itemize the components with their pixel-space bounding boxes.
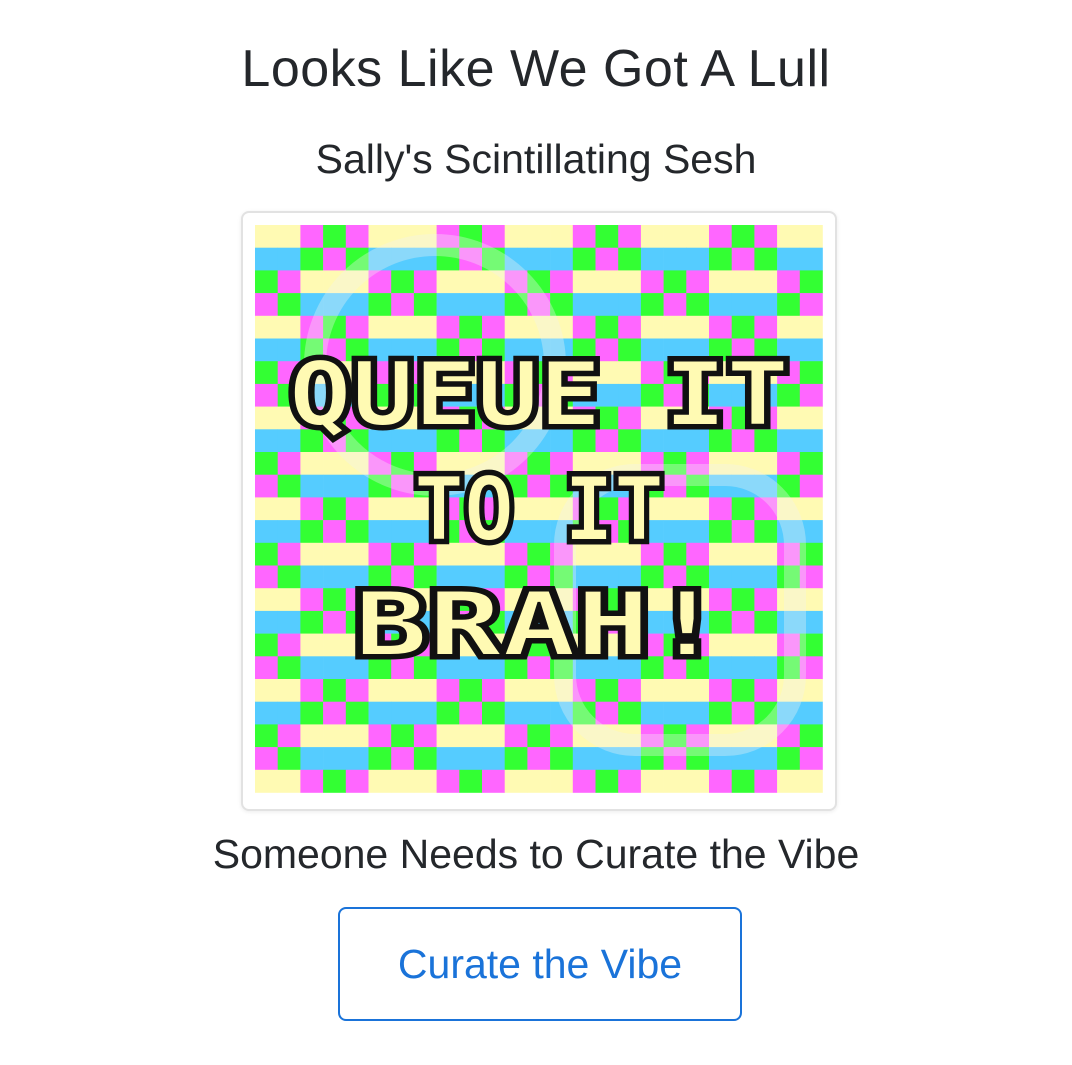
curate-prompt: Someone Needs to Curate the Vibe bbox=[212, 831, 860, 877]
session-name: Sally's Scintillating Sesh bbox=[315, 136, 757, 182]
page-title: Looks Like We Got A Lull bbox=[241, 40, 831, 98]
art-text-line-2: BRAH! bbox=[354, 573, 724, 676]
queue-it-artwork: QUEUE ITQUEUE ITTO ITTO ITBRAH!BRAH! bbox=[255, 225, 823, 793]
artwork-card: QUEUE IT QUEUE IT TO IT TO IT BRAH! BRAH! bbox=[241, 211, 837, 811]
art-text-line-0: QUEUE IT bbox=[289, 343, 789, 446]
curate-the-vibe-button[interactable]: Curate the Vibe bbox=[338, 907, 742, 1021]
art-text-line-1: TO IT bbox=[414, 458, 664, 561]
